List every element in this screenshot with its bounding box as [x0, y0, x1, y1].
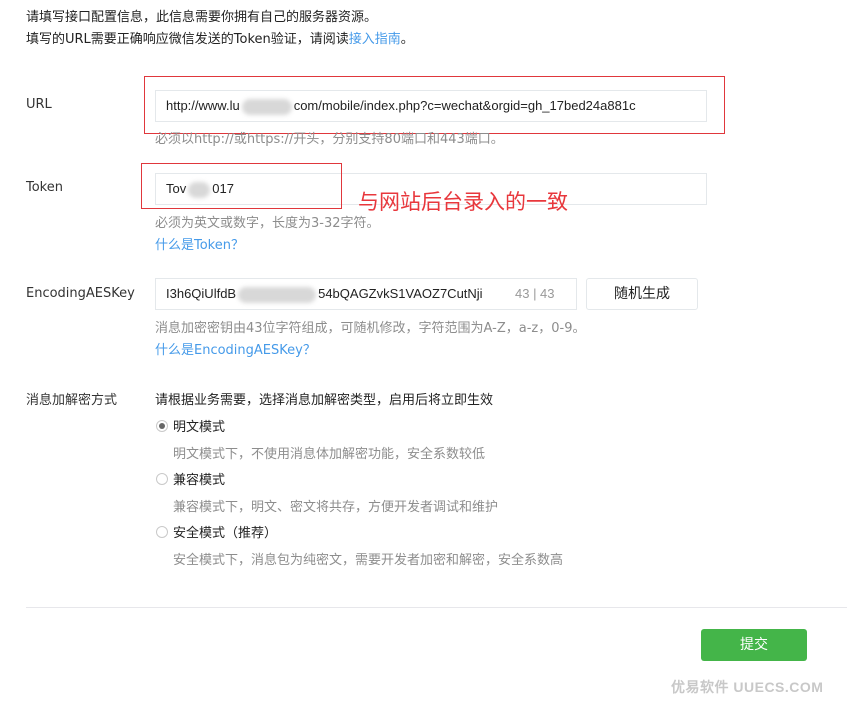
compatible-mode-desc: 兼容模式下，明文、密文将共存，方便开发者调试和维护	[173, 500, 499, 515]
token-hint: 必须为英文或数字，长度为3-32字符。	[155, 216, 380, 231]
aes-value-suffix: 54bQAGZvkS1VAOZ7CutNji	[318, 286, 483, 301]
redacted-blur	[238, 286, 317, 303]
aes-key-input[interactable]: I3h6QiUlfdB 54bQAGZvkS1VAOZ7CutNji	[155, 278, 577, 310]
radio-label: 兼容模式	[173, 473, 226, 488]
url-label: URL	[26, 97, 52, 112]
intro-line-2-prefix: 填写的URL需要正确响应微信发送的Token验证，请阅读	[26, 32, 349, 47]
token-label: Token	[26, 180, 63, 195]
annotation-text: 与网站后台录入的一致	[358, 190, 568, 214]
intro-line-2-suffix: 。	[400, 32, 414, 47]
access-guide-link[interactable]: 接入指南	[349, 32, 401, 47]
radio-button[interactable]	[156, 525, 168, 538]
encryption-mode-label: 消息加解密方式	[26, 393, 118, 408]
red-highlight-box-token	[141, 163, 342, 209]
aes-value-prefix: I3h6QiUlfdB	[166, 286, 237, 301]
encryption-mode-intro: 请根据业务需要，选择消息加解密类型，启用后将立即生效	[155, 393, 494, 408]
secure-mode-desc: 安全模式下，消息包为纯密文，需要开发者加密和解密，安全系数高	[173, 553, 564, 568]
aes-hint: 消息加密密钥由43位字符组成，可随机修改，字符范围为A-Z，a-z，0-9。	[155, 321, 586, 336]
submit-button[interactable]: 提交	[701, 629, 807, 661]
what-is-token-link[interactable]: 什么是Token？	[155, 234, 244, 253]
watermark-logo: 优易软件 UUECS.COM	[671, 679, 824, 695]
radio-label: 安全模式（推荐）	[173, 526, 278, 541]
radio-compatible-mode[interactable]: 兼容模式	[156, 469, 225, 488]
radio-button[interactable]	[156, 472, 168, 485]
plaintext-mode-desc: 明文模式下，不使用消息体加解密功能，安全系数较低	[173, 447, 486, 462]
radio-plaintext-mode[interactable]: 明文模式	[156, 416, 225, 435]
aes-label: EncodingAESKey	[26, 286, 135, 301]
aes-char-counter: 43 | 43	[515, 286, 555, 301]
radio-secure-mode[interactable]: 安全模式（推荐）	[156, 522, 277, 541]
url-hint: 必须以http://或https://开头，分别支持80端口和443端口。	[155, 132, 504, 147]
radio-label: 明文模式	[173, 420, 226, 435]
radio-button-checked[interactable]	[156, 419, 168, 432]
intro-line-2: 填写的URL需要正确响应微信发送的Token验证，请阅读接入指南。	[26, 29, 414, 51]
red-highlight-box-url	[144, 76, 725, 134]
what-is-aes-key-link[interactable]: 什么是EncodingAESKey？	[155, 339, 316, 358]
intro-text: 请填写接口配置信息，此信息需要你拥有自己的服务器资源。 填写的URL需要正确响应…	[26, 7, 414, 51]
divider	[26, 607, 847, 608]
random-generate-button[interactable]: 随机生成	[586, 278, 698, 310]
intro-line-1: 请填写接口配置信息，此信息需要你拥有自己的服务器资源。	[26, 10, 378, 25]
